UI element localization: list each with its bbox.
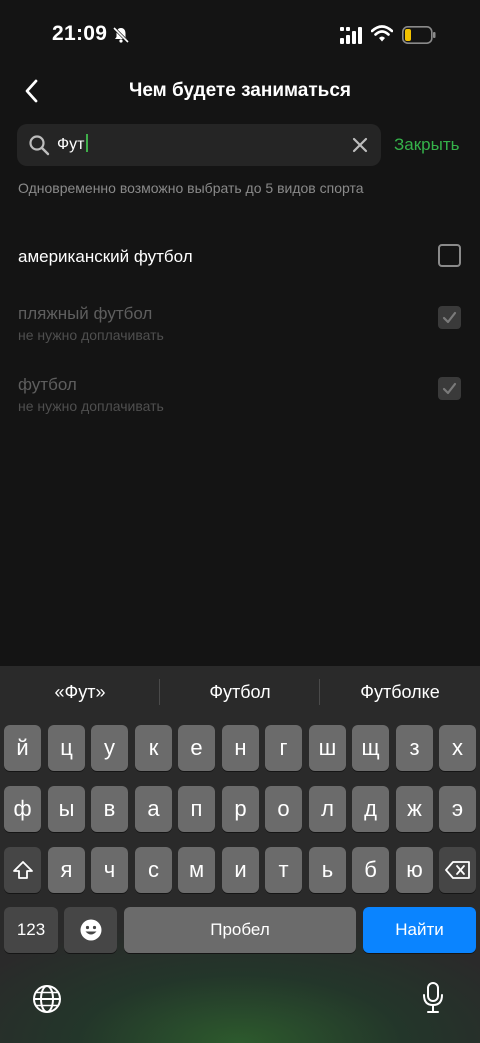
- key[interactable]: э: [439, 786, 476, 832]
- search-input[interactable]: Фут: [57, 134, 88, 154]
- suggestion-item[interactable]: «Фут»: [0, 682, 160, 703]
- close-search-button[interactable]: Закрыть: [394, 135, 459, 155]
- checkmark-icon: [442, 382, 457, 395]
- key[interactable]: х: [439, 725, 476, 771]
- key[interactable]: я: [48, 847, 85, 893]
- sport-list-item[interactable]: пляжный футбол не нужно доплачивать: [0, 292, 480, 352]
- suggestion-item[interactable]: Футбол: [160, 682, 320, 703]
- checkbox-icon[interactable]: [438, 244, 461, 267]
- on-screen-keyboard: «Фут» Футбол Футболке й ц у к е н г ш щ …: [0, 666, 480, 1043]
- key[interactable]: б: [352, 847, 389, 893]
- emoji-icon: [80, 919, 101, 941]
- key[interactable]: щ: [352, 725, 389, 771]
- status-bar: 21:09: [0, 0, 480, 70]
- checkmark-icon: [442, 311, 457, 324]
- search-field[interactable]: Фут: [17, 124, 381, 166]
- key[interactable]: ц: [48, 725, 85, 771]
- key[interactable]: с: [135, 847, 172, 893]
- shift-icon: [12, 861, 33, 879]
- emoji-key[interactable]: [64, 907, 117, 953]
- key[interactable]: д: [352, 786, 389, 832]
- sport-list-item[interactable]: американский футбол: [0, 236, 480, 276]
- sport-list-item[interactable]: футбол не нужно доплачивать: [0, 363, 480, 423]
- key[interactable]: и: [222, 847, 259, 893]
- bell-slash-icon: [112, 26, 130, 44]
- key[interactable]: ш: [309, 725, 346, 771]
- wifi-icon: [371, 25, 393, 42]
- suggestion-bar: «Фут» Футбол Футболке: [0, 666, 480, 720]
- globe-icon[interactable]: [32, 984, 62, 1014]
- sport-title: американский футбол: [18, 247, 193, 266]
- key[interactable]: г: [265, 725, 302, 771]
- backspace-key[interactable]: [439, 847, 476, 893]
- key[interactable]: п: [178, 786, 215, 832]
- checkbox-icon[interactable]: [438, 306, 461, 329]
- text-cursor: [85, 134, 88, 152]
- key[interactable]: т: [265, 847, 302, 893]
- key[interactable]: ч: [91, 847, 128, 893]
- selection-hint: Одновременно возможно выбрать до 5 видов…: [18, 180, 364, 196]
- search-return-key[interactable]: Найти: [363, 907, 476, 953]
- key[interactable]: у: [91, 725, 128, 771]
- sport-title: пляжный футбол: [18, 304, 153, 323]
- sport-subtitle: не нужно доплачивать: [18, 327, 164, 343]
- page-title: Чем будете заниматься: [128, 80, 352, 101]
- key[interactable]: ф: [4, 786, 41, 832]
- key[interactable]: ю: [396, 847, 433, 893]
- key[interactable]: а: [135, 786, 172, 832]
- key[interactable]: л: [309, 786, 346, 832]
- key[interactable]: н: [222, 725, 259, 771]
- signal-icon: [340, 27, 362, 44]
- key[interactable]: м: [178, 847, 215, 893]
- suggestion-item[interactable]: Футболке: [320, 682, 480, 703]
- backspace-icon: [444, 861, 470, 879]
- sport-subtitle: не нужно доплачивать: [18, 398, 164, 414]
- clear-icon[interactable]: [351, 136, 369, 154]
- space-key[interactable]: Пробел: [124, 907, 356, 953]
- shift-key[interactable]: [4, 847, 41, 893]
- key[interactable]: р: [222, 786, 259, 832]
- key[interactable]: о: [265, 786, 302, 832]
- battery-icon: [402, 26, 436, 44]
- numbers-key[interactable]: 123: [4, 907, 58, 953]
- sport-title: футбол: [18, 375, 77, 394]
- key[interactable]: ь: [309, 847, 346, 893]
- key[interactable]: й: [4, 725, 41, 771]
- status-time: 21:09: [52, 22, 108, 45]
- key[interactable]: ы: [48, 786, 85, 832]
- key[interactable]: з: [396, 725, 433, 771]
- search-input-value: Фут: [57, 136, 85, 153]
- microphone-icon[interactable]: [421, 981, 445, 1015]
- key[interactable]: ж: [396, 786, 433, 832]
- search-icon: [29, 135, 50, 156]
- key[interactable]: в: [91, 786, 128, 832]
- key[interactable]: е: [178, 725, 215, 771]
- key[interactable]: к: [135, 725, 172, 771]
- checkbox-icon[interactable]: [438, 377, 461, 400]
